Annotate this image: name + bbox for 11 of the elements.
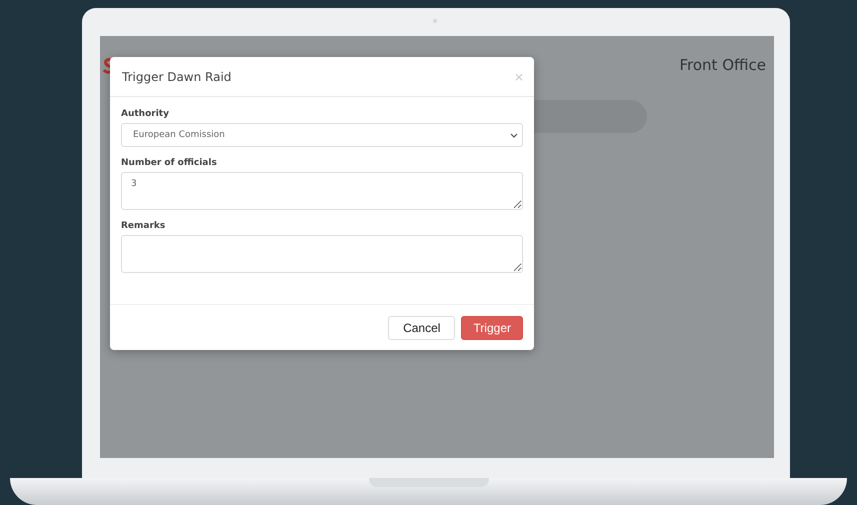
text-area[interactable]	[121, 235, 523, 273]
field-label: Number of officials	[121, 158, 218, 168]
trigger-button[interactable]: Trigger	[461, 316, 523, 340]
text-area[interactable]: 3	[121, 172, 523, 210]
page-title: Front Office	[680, 56, 766, 74]
field-label: Authority	[121, 109, 170, 119]
chevron-down-icon	[510, 132, 518, 138]
field-label: Remarks	[121, 221, 166, 231]
cancel-button[interactable]: Cancel	[388, 316, 456, 340]
authority-dropdown[interactable]: European Comission	[121, 123, 523, 147]
modal-title: Trigger Dawn Raid	[122, 70, 232, 84]
